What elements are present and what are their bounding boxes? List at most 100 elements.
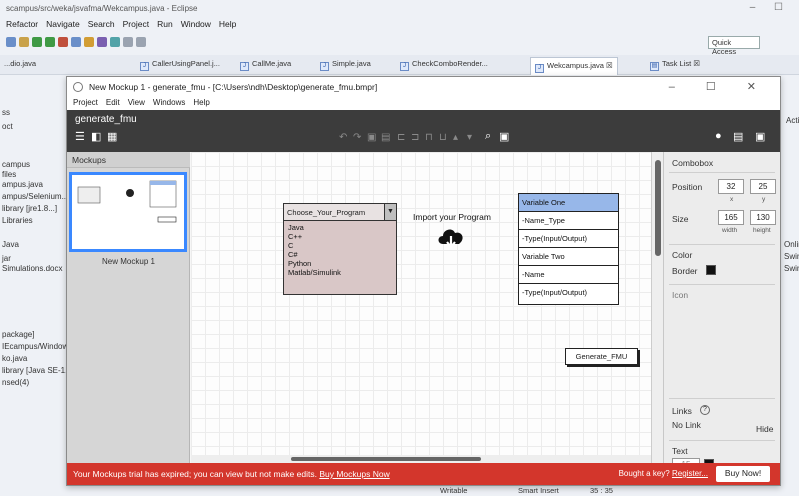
combobox-option: Python — [288, 259, 312, 268]
color-label: Color — [672, 250, 693, 260]
align-bottom-icon[interactable]: ⊔ — [439, 132, 447, 143]
height-caption: height — [753, 227, 771, 234]
menu-help[interactable]: Help — [219, 19, 236, 32]
eclipse-window-controls[interactable]: – ☐ — [750, 2, 791, 13]
no-link-value[interactable]: No Link — [672, 420, 701, 430]
menu-search[interactable]: Search — [88, 19, 115, 32]
class-icon[interactable] — [84, 37, 94, 47]
register-link[interactable]: Register... — [672, 469, 708, 478]
tab-simple[interactable]: J Simple.java — [320, 59, 371, 71]
nav-back-icon[interactable] — [123, 37, 133, 47]
menu-run[interactable]: Run — [157, 19, 173, 32]
position-y-input[interactable]: 25 — [750, 179, 776, 194]
menu-refactor[interactable]: Refactor — [6, 19, 38, 32]
save-icon[interactable] — [19, 37, 29, 47]
tab-check-combo-render[interactable]: J CheckComboRender... — [400, 59, 488, 71]
menu-icon[interactable]: ☰ — [75, 130, 85, 143]
tree-item[interactable]: oct — [2, 122, 13, 131]
variable-list-widget[interactable]: Variable One -Name_Type -Type(Input/Outp… — [518, 193, 619, 305]
tree-item[interactable]: Libraries — [2, 216, 33, 225]
tab-callme[interactable]: J CallMe.java — [240, 59, 291, 71]
tree-item[interactable]: ss — [2, 108, 10, 117]
tab-dio[interactable]: ...dio.java — [4, 59, 36, 68]
tree-item[interactable]: IEcampus/Window — [2, 342, 68, 351]
buy-mockups-link[interactable]: Buy Mockups Now — [319, 469, 389, 479]
tree-item[interactable]: ampus.java — [2, 180, 43, 189]
menu-windows[interactable]: Windows — [153, 98, 185, 110]
combobox-option: C++ — [288, 232, 303, 241]
present-icon[interactable]: ▣ — [499, 130, 509, 143]
tree-item[interactable]: package] — [2, 330, 34, 339]
fullscreen-icon[interactable]: ▣ — [755, 130, 765, 143]
tree-item[interactable]: library [Java SE-1...] — [2, 366, 74, 375]
tree-item[interactable]: jar — [2, 254, 11, 263]
bring-front-icon[interactable]: ▴ — [453, 132, 458, 143]
width-input[interactable]: 165 — [718, 210, 744, 225]
java-file-icon: J — [140, 62, 149, 71]
search-icon[interactable]: ⌕ — [485, 130, 491, 143]
cloud-download-icon[interactable] — [435, 224, 467, 252]
menu-navigate[interactable]: Navigate — [46, 19, 80, 32]
align-center-icon[interactable]: ⊐ — [411, 132, 419, 143]
debug-icon[interactable] — [45, 37, 55, 47]
lock-icon[interactable]: ▤ — [381, 132, 390, 143]
import-program-label[interactable]: Import your Program — [413, 212, 491, 222]
got-key-text: Bought a key? Register... — [619, 469, 708, 478]
undo-icon[interactable]: ↶ — [339, 132, 347, 143]
align-left-icon[interactable]: ⊏ — [397, 132, 405, 143]
package-icon[interactable] — [71, 37, 81, 47]
menu-project[interactable]: Project — [123, 19, 149, 32]
tab-wekcampus[interactable]: J Wekcampus.java ☒ — [530, 57, 618, 75]
border-color-swatch[interactable] — [706, 265, 716, 275]
send-back-icon[interactable]: ▾ — [467, 132, 472, 143]
java-file-icon: J — [535, 64, 544, 73]
tab-caller-using-panel[interactable]: J CallerUsingPanel.j... — [140, 59, 220, 71]
menu-help[interactable]: Help — [193, 98, 209, 110]
quick-access-input[interactable]: Quick Access — [708, 36, 760, 56]
run-icon[interactable] — [32, 37, 42, 47]
new-icon[interactable] — [6, 37, 16, 47]
buy-now-button[interactable]: Buy Now! — [716, 466, 770, 482]
tree-item[interactable]: files — [2, 170, 16, 179]
position-x-input[interactable]: 32 — [718, 179, 744, 194]
generate-fmu-button-widget[interactable]: Generate_FMU — [565, 348, 638, 365]
redo-icon[interactable]: ↷ — [353, 132, 361, 143]
nav-forward-icon[interactable] — [136, 37, 146, 47]
scrollbar-thumb[interactable] — [291, 457, 481, 461]
dialog-window-controls[interactable]: – ☐ ✕ — [669, 80, 770, 93]
scrollbar-thumb[interactable] — [655, 160, 661, 256]
tree-item[interactable]: Java — [2, 240, 19, 249]
tree-item[interactable]: ko.java — [2, 354, 27, 363]
tab-task-list[interactable]: ▤ Task List ☒ — [650, 59, 700, 71]
tree-item[interactable]: nsed(4) — [2, 378, 29, 387]
tree-item[interactable]: ampus/Selenium... — [2, 192, 68, 201]
height-input[interactable]: 130 — [750, 210, 776, 225]
menu-view[interactable]: View — [128, 98, 145, 110]
mockup-thumbnail[interactable] — [69, 172, 187, 252]
list-item: -Type(Input/Output) — [519, 230, 618, 248]
combobox-widget[interactable]: Choose_Your_Program ▼ Java C++ C C# Pyth… — [283, 203, 397, 295]
menu-edit[interactable]: Edit — [106, 98, 120, 110]
canvas-horizontal-scrollbar[interactable] — [191, 455, 651, 463]
search-icon[interactable] — [97, 37, 107, 47]
stop-icon[interactable] — [58, 37, 68, 47]
properties-panel-icon[interactable]: ▤ — [733, 130, 743, 143]
open-type-icon[interactable] — [110, 37, 120, 47]
help-icon[interactable]: ? — [700, 405, 710, 415]
tree-item[interactable]: campus — [2, 160, 30, 169]
align-top-icon[interactable]: ⊓ — [425, 132, 433, 143]
menu-window[interactable]: Window — [181, 19, 211, 32]
tree-item[interactable]: Simulations.docx — [2, 264, 62, 273]
single-pane-icon[interactable]: ◧ — [91, 130, 101, 143]
hide-link-button[interactable]: Hide — [756, 424, 773, 434]
tab-label: CallMe.java — [252, 59, 292, 68]
tab-label: Task List ☒ — [662, 59, 700, 68]
canvas-vertical-scrollbar[interactable] — [651, 152, 663, 463]
tree-item[interactable]: library [jre1.8...] — [2, 204, 57, 213]
grid-view-icon[interactable]: ▦ — [107, 130, 117, 143]
menu-project[interactable]: Project — [73, 98, 98, 110]
mockup-thumbnail-label[interactable]: New Mockup 1 — [67, 257, 190, 266]
info-icon[interactable]: ● — [715, 130, 722, 142]
mockup-canvas[interactable]: Choose_Your_Program ▼ Java C++ C C# Pyth… — [191, 152, 651, 463]
group-icon[interactable]: ▣ — [367, 132, 376, 143]
